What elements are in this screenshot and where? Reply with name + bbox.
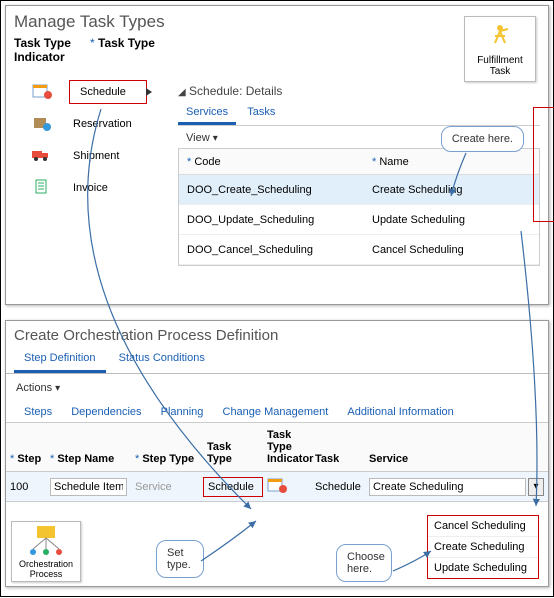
dropdown-option[interactable]: Create Scheduling (428, 537, 538, 558)
cell-task: Schedule (311, 479, 365, 495)
page-title-bottom: Create Orchestration Process Definition (6, 321, 548, 346)
detail-tabs: Services Tasks (178, 102, 540, 126)
tab-status-conditions[interactable]: Status Conditions (109, 346, 215, 370)
sidebar-label: Reservation (69, 118, 132, 130)
header-task-type: Task Type (90, 36, 155, 64)
tab-step-definition[interactable]: Step Definition (14, 346, 106, 373)
fulfillment-task-label: Fulfillment Task (477, 55, 523, 77)
cell-step-type: Service (131, 479, 203, 495)
step-name-input[interactable] (50, 478, 127, 496)
actions-menu[interactable]: Actions ▾ (6, 374, 548, 402)
service-dropdown-button[interactable]: ▾ (528, 478, 544, 496)
header-task-type-indicator: Task Type Indicator (14, 36, 90, 64)
sidebar-label: Shipment (69, 150, 119, 162)
service-input[interactable] (369, 478, 526, 496)
schedule-icon (32, 82, 52, 103)
subtab-change-management[interactable]: Change Management (215, 402, 337, 422)
chevron-down-icon: ▾ (213, 133, 218, 144)
manage-task-types-panel: Manage Task Types Fulfillment Task Task … (5, 5, 549, 305)
sidebar-label: Schedule (76, 86, 126, 98)
gh-task[interactable]: Task (311, 451, 365, 467)
orchestration-process-icon (25, 524, 67, 558)
tab-tasks[interactable]: Tasks (239, 102, 283, 122)
callout-choose-here: Choose here. (336, 544, 392, 582)
th-name[interactable]: Name (364, 150, 539, 174)
th-code[interactable]: Code (179, 150, 364, 174)
subtab-steps[interactable]: Steps (16, 402, 60, 422)
callout-set-type: Set type. (156, 540, 204, 578)
chevron-down-icon: ▾ (55, 383, 60, 394)
services-table: Code Name DOO_Create_Scheduling Create S… (178, 148, 540, 266)
detail-region: ◢ Schedule: Details Services Tasks View … (178, 84, 540, 279)
sidebar-row-reservation[interactable]: Reservation (14, 108, 169, 140)
tab-services[interactable]: Services (178, 102, 236, 125)
collapse-icon[interactable]: ◢ (178, 87, 186, 98)
service-dropdown-list: Cancel Scheduling Create Scheduling Upda… (427, 515, 539, 579)
schedule-icon (267, 476, 287, 494)
shipment-icon (31, 147, 53, 166)
gh-service[interactable]: Service (365, 451, 548, 467)
grid-data-row[interactable]: 100 Service Schedule Schedule ▾ (6, 472, 548, 502)
gh-step-type[interactable]: Step Type (131, 451, 203, 467)
dropdown-option[interactable]: Update Scheduling (428, 558, 538, 578)
callout-create-here: Create here. (441, 126, 524, 152)
gh-step-name[interactable]: Step Name (46, 451, 131, 467)
sidebar-row-schedule[interactable]: Schedule (14, 76, 169, 108)
cell-service: ▾ (365, 476, 548, 498)
sidebar-row-invoice[interactable]: Invoice (14, 172, 169, 204)
gh-task-type[interactable]: Task Type (203, 439, 263, 467)
invoice-icon (33, 178, 51, 199)
definition-tabs: Step Definition Status Conditions (6, 346, 548, 374)
reservation-icon (32, 114, 52, 135)
table-row[interactable]: DOO_Update_Scheduling Update Scheduling (179, 205, 539, 235)
orchestration-process-badge: Orchestration Process (11, 521, 81, 582)
gh-tti[interactable]: Task Type Indicator (263, 427, 311, 467)
sidebar-row-shipment[interactable]: Shipment (14, 140, 169, 172)
subtab-dependencies[interactable]: Dependencies (63, 402, 149, 422)
cell-step-name (46, 476, 131, 498)
gh-step[interactable]: Step (6, 451, 46, 467)
fulfillment-task-badge: Fulfillment Task (464, 16, 536, 82)
cell-task-type[interactable]: Schedule (203, 477, 263, 497)
dropdown-option[interactable]: Cancel Scheduling (428, 516, 538, 537)
grid-header: Step Step Name Step Type Task Type Task … (6, 422, 548, 472)
table-row[interactable]: DOO_Create_Scheduling Create Scheduling (179, 175, 539, 205)
create-orchestration-panel: Create Orchestration Process Definition … (5, 320, 549, 587)
subtabs: Steps Dependencies Planning Change Manag… (6, 402, 548, 422)
sidebar-label: Invoice (69, 182, 108, 194)
subtab-planning[interactable]: Planning (153, 402, 212, 422)
chevron-down-icon: ▾ (533, 481, 538, 492)
task-type-sidebar: Schedule Reservation Shipment Invoice (14, 76, 169, 204)
cell-step: 100 (6, 479, 46, 495)
fulfillment-task-icon (483, 21, 517, 55)
subtab-additional-info[interactable]: Additional Information (339, 402, 461, 422)
table-row[interactable]: DOO_Cancel_Scheduling Cancel Scheduling (179, 235, 539, 265)
cell-tti (263, 474, 311, 499)
detail-title: Schedule: Details (189, 84, 282, 98)
